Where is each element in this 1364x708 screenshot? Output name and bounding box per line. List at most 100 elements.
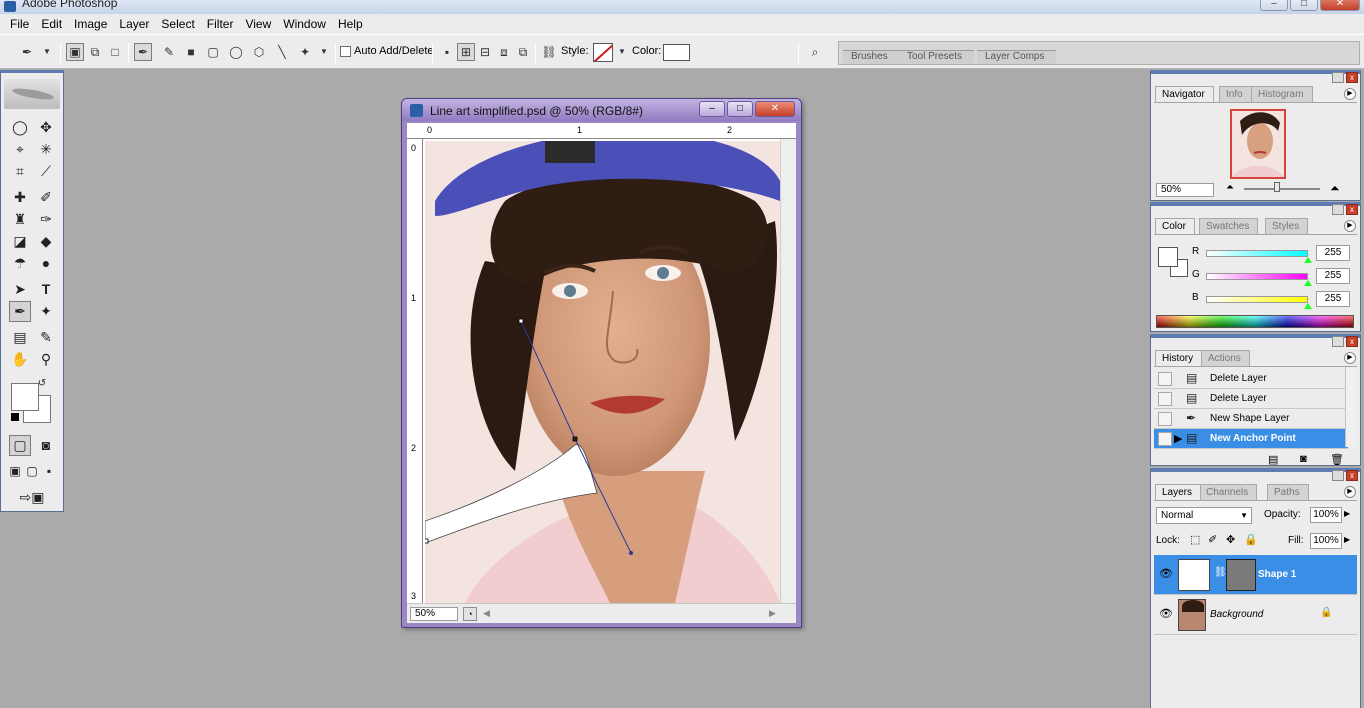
green-slider-handle[interactable] xyxy=(1304,280,1312,286)
tab-info[interactable]: Info xyxy=(1219,86,1252,102)
blend-mode-select[interactable]: Normal ▼ xyxy=(1156,507,1252,524)
history-item[interactable]: ▤ Delete Layer xyxy=(1154,389,1348,409)
palette-well-tab-layer-comps[interactable]: Layer Comps xyxy=(977,50,1057,64)
green-slider[interactable] xyxy=(1206,273,1308,280)
navigator-slider-handle[interactable] xyxy=(1274,182,1280,192)
palette-minimize-button[interactable] xyxy=(1332,72,1344,83)
blue-slider-handle[interactable] xyxy=(1304,303,1312,309)
layer-row-background[interactable]: 👁 Background 🔒 xyxy=(1154,595,1357,635)
palette-menu-icon[interactable]: ▶ xyxy=(1344,352,1356,364)
image-canvas[interactable] xyxy=(425,141,780,603)
custom-shape-icon[interactable]: ✦ xyxy=(296,43,314,61)
zoom-in-icon[interactable]: ⏶ xyxy=(1330,181,1340,196)
menu-help[interactable]: Help xyxy=(332,17,369,31)
menu-file[interactable]: File xyxy=(4,17,35,31)
palette-minimize-button[interactable] xyxy=(1332,470,1344,481)
color-foreground-swatch[interactable] xyxy=(1158,247,1178,267)
fill-field[interactable]: 100% xyxy=(1310,533,1342,549)
layer-name[interactable]: Shape 1 xyxy=(1258,569,1296,580)
palette-menu-icon[interactable]: ▶ xyxy=(1344,220,1356,232)
create-new-shape-layer-icon[interactable]: ▪ xyxy=(438,43,456,61)
magic-wand-icon[interactable]: ✳ xyxy=(35,139,57,160)
pen-tool-preset-icon[interactable]: ✒ xyxy=(18,43,36,61)
tab-actions[interactable]: Actions xyxy=(1201,350,1250,366)
menu-edit[interactable]: Edit xyxy=(35,17,68,31)
vertical-scrollbar[interactable] xyxy=(780,139,796,603)
red-value-field[interactable]: 255 xyxy=(1316,245,1350,261)
history-item[interactable]: ✒ New Shape Layer xyxy=(1154,409,1348,429)
type-tool-icon[interactable]: T xyxy=(35,279,57,300)
jump-to-imageready-icon[interactable]: ⇨▣ xyxy=(9,487,55,508)
tab-paths[interactable]: Paths xyxy=(1267,484,1309,500)
history-item-selected[interactable]: ▶ ▤ New Anchor Point xyxy=(1154,429,1348,449)
swap-colors-icon[interactable]: ↺ xyxy=(35,377,49,391)
lock-position-icon[interactable]: ✥ xyxy=(1226,533,1235,546)
custom-shape-tool-icon[interactable]: ✦ xyxy=(35,301,57,322)
doc-minimize-button[interactable]: – xyxy=(699,101,725,117)
vertical-ruler[interactable]: 0 1 2 3 xyxy=(407,139,423,603)
history-source-box[interactable] xyxy=(1158,412,1172,426)
close-button[interactable]: ✕ xyxy=(1320,0,1360,11)
scroll-right-arrow-icon[interactable]: ▶ xyxy=(769,608,776,619)
tab-swatches[interactable]: Swatches xyxy=(1199,218,1259,234)
full-screen-mode-icon[interactable]: ▪ xyxy=(41,461,57,482)
color-ramp[interactable] xyxy=(1156,315,1354,328)
history-source-box[interactable] xyxy=(1158,372,1172,386)
standard-mode-icon[interactable]: ▢ xyxy=(9,435,31,456)
document-title-bar[interactable]: Line art simplified.psd @ 50% (RGB/8#) –… xyxy=(402,99,801,121)
horizontal-ruler[interactable]: 0 1 2 xyxy=(407,123,796,139)
move-tool-icon[interactable]: ✥ xyxy=(35,117,57,138)
history-source-box[interactable] xyxy=(1158,392,1172,406)
crop-tool-icon[interactable]: ⌗ xyxy=(9,161,31,182)
link-layer-style-icon[interactable]: ⛓ xyxy=(540,43,558,61)
shape-layers-mode-icon[interactable]: ▣ xyxy=(66,43,84,61)
healing-brush-icon[interactable]: ✚ xyxy=(9,187,31,208)
navigator-zoom-field[interactable]: 50% xyxy=(1156,183,1214,197)
doc-maximize-button[interactable]: □ xyxy=(727,101,753,117)
history-scrollbar[interactable] xyxy=(1345,367,1357,447)
maximize-button[interactable]: □ xyxy=(1290,0,1318,11)
notes-tool-icon[interactable]: ▤ xyxy=(9,327,31,348)
menu-filter[interactable]: Filter xyxy=(201,17,240,31)
new-document-from-state-icon[interactable]: ▤ xyxy=(1268,453,1278,466)
red-slider-handle[interactable] xyxy=(1304,257,1312,263)
status-menu-icon[interactable]: ◔ xyxy=(463,607,477,621)
opacity-dropdown-icon[interactable]: ▶ xyxy=(1344,509,1350,518)
scroll-left-arrow-icon[interactable]: ◀ xyxy=(483,608,490,619)
auto-add-delete-checkbox[interactable] xyxy=(340,46,351,57)
pen-icon[interactable]: ✒ xyxy=(134,43,152,61)
menu-layer[interactable]: Layer xyxy=(113,17,155,31)
elliptical-marquee-icon[interactable]: ◯ xyxy=(9,117,31,138)
brush-tool-icon[interactable]: ✐ xyxy=(35,187,57,208)
rounded-rectangle-icon[interactable]: ▢ xyxy=(204,43,222,61)
subtract-shape-area-icon[interactable]: ⊟ xyxy=(476,43,494,61)
palette-minimize-button[interactable] xyxy=(1332,204,1344,215)
preset-dropdown-arrow-icon[interactable]: ▼ xyxy=(38,43,56,61)
custom-shape-dropdown-icon[interactable]: ▼ xyxy=(315,43,333,61)
path-selection-icon[interactable]: ➤ xyxy=(9,279,31,300)
adobe-feather-icon[interactable] xyxy=(4,79,60,109)
layer-name[interactable]: Background xyxy=(1210,609,1263,620)
zoom-out-icon[interactable]: ⏶ xyxy=(1226,182,1234,193)
file-browser-icon[interactable]: ⌕ xyxy=(806,43,824,61)
menu-select[interactable]: Select xyxy=(155,17,200,31)
doc-close-button[interactable]: ✕ xyxy=(755,101,795,117)
navigator-thumbnail[interactable] xyxy=(1230,109,1286,179)
lock-all-icon[interactable]: 🔒 xyxy=(1244,533,1258,546)
palette-menu-icon[interactable]: ▶ xyxy=(1344,486,1356,498)
document-zoom-field[interactable]: 50% xyxy=(410,607,458,621)
visibility-eye-icon[interactable]: 👁 xyxy=(1158,607,1174,621)
paths-mode-icon[interactable]: ⧉ xyxy=(86,43,104,61)
style-dropdown-icon[interactable]: ▼ xyxy=(613,43,631,61)
standard-screen-mode-icon[interactable]: ▣ xyxy=(7,461,23,482)
style-swatch[interactable] xyxy=(593,43,613,62)
hand-tool-icon[interactable]: ✋ xyxy=(9,349,31,370)
add-to-shape-area-icon[interactable]: ⊞ xyxy=(457,43,475,61)
visibility-eye-icon[interactable]: 👁 xyxy=(1158,567,1174,581)
polygon-icon[interactable]: ⬡ xyxy=(250,43,268,61)
zoom-tool-icon[interactable]: ⚲ xyxy=(35,349,57,370)
slice-tool-icon[interactable]: ⟋ xyxy=(35,161,57,182)
tab-channels[interactable]: Channels xyxy=(1199,484,1258,500)
line-icon[interactable]: ╲ xyxy=(273,43,291,61)
menu-window[interactable]: Window xyxy=(277,17,332,31)
